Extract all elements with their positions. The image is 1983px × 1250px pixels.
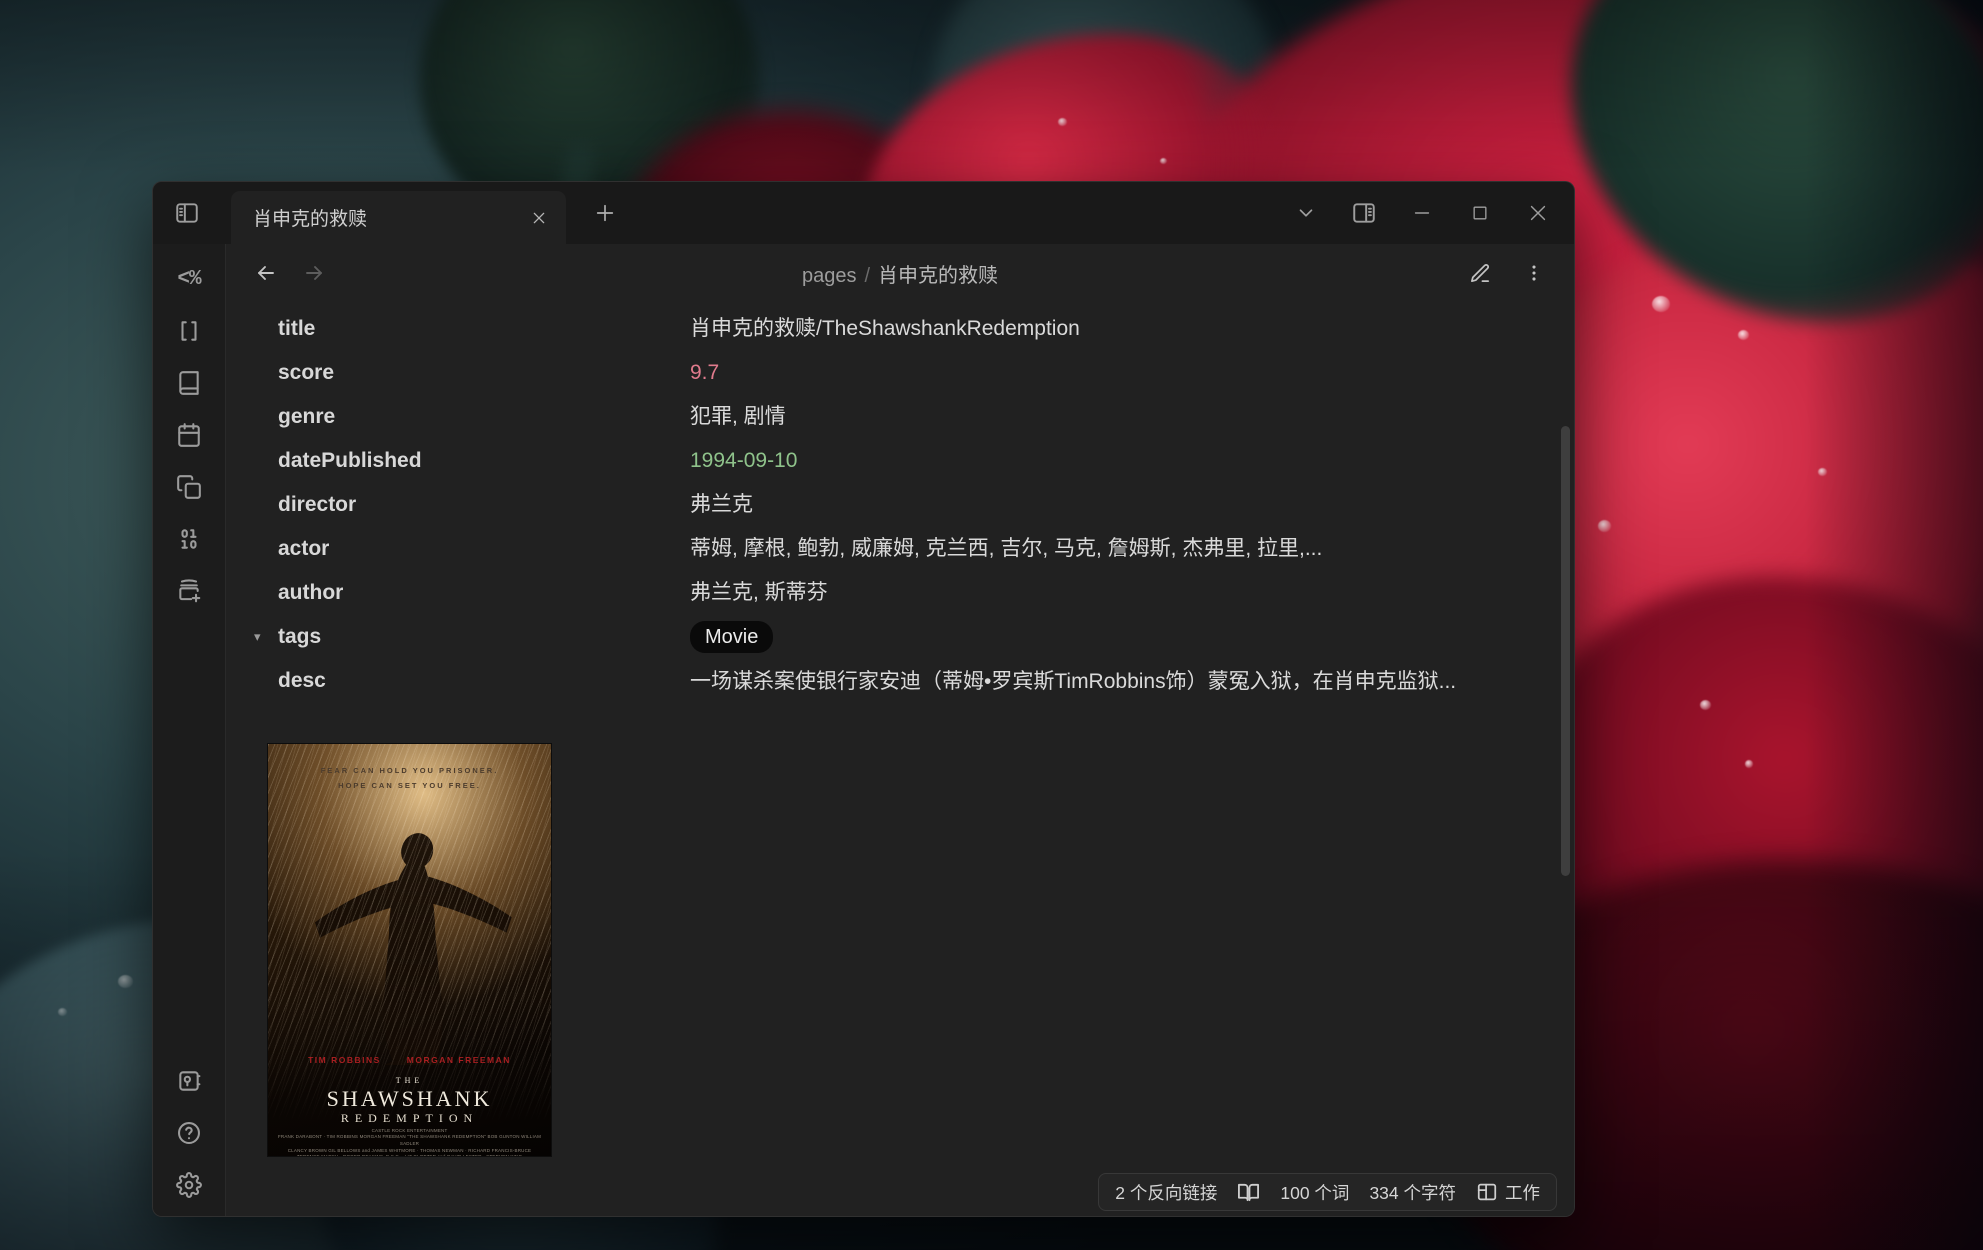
backlinks-count[interactable]: 2 个反向链接 bbox=[1115, 1180, 1217, 1205]
tab-list-dropdown-button[interactable] bbox=[1292, 199, 1320, 227]
property-key[interactable]: genre bbox=[278, 395, 690, 439]
property-value[interactable]: 弗兰克 bbox=[690, 483, 753, 527]
property-key[interactable]: datePublished bbox=[278, 439, 690, 483]
property-value[interactable]: 一场谋杀案使银行家安迪（蒂姆•罗宾斯TimRobbins饰）蒙冤入狱，在肖申克监… bbox=[690, 659, 1456, 704]
workspace-layout-icon bbox=[1476, 1181, 1498, 1203]
binary-icon[interactable] bbox=[172, 522, 206, 556]
brackets-icon[interactable] bbox=[172, 314, 206, 348]
property-key[interactable]: title bbox=[278, 307, 690, 351]
kebab-menu-icon bbox=[1523, 262, 1545, 284]
status-bar: 2 个反向链接 100 个词 334 个字符 工作 bbox=[1098, 1173, 1557, 1211]
properties-table: title 肖申克的救赎/TheShawshankRedemption scor… bbox=[278, 307, 1574, 704]
poster-credits: CASTLE ROCK ENTERTAINMENT FRANK DARABONT… bbox=[268, 1128, 551, 1156]
property-row-director: director 弗兰克 bbox=[278, 483, 1574, 527]
close-icon bbox=[1527, 202, 1549, 224]
toggle-left-sidebar-button[interactable] bbox=[169, 195, 205, 231]
property-row-title: title 肖申克的救赎/TheShawshankRedemption bbox=[278, 307, 1574, 351]
property-key[interactable]: desc bbox=[278, 659, 690, 704]
minimize-icon bbox=[1411, 202, 1433, 224]
vault-icon[interactable] bbox=[172, 1064, 206, 1098]
tag-movie[interactable]: Movie bbox=[690, 621, 773, 653]
property-value[interactable]: 肖申克的救赎/TheShawshankRedemption bbox=[690, 307, 1080, 351]
word-count[interactable]: 100 个词 bbox=[1280, 1180, 1349, 1205]
breadcrumb-parent[interactable]: pages bbox=[802, 265, 857, 287]
panel-left-icon bbox=[174, 200, 200, 226]
reading-mode-indicator[interactable] bbox=[1237, 1181, 1260, 1204]
arrow-left-icon bbox=[254, 261, 278, 285]
calendar-icon[interactable] bbox=[172, 418, 206, 452]
more-options-button[interactable] bbox=[1520, 259, 1548, 287]
breadcrumb: pages / 肖申克的救赎 bbox=[226, 259, 1574, 288]
property-key[interactable]: actor bbox=[278, 527, 690, 571]
property-row-tags: ▾tags Movie bbox=[278, 615, 1574, 659]
movie-poster-image[interactable]: FEAR CAN HOLD YOU PRISONER. HOPE CAN SET… bbox=[268, 744, 551, 1156]
copy-icon[interactable] bbox=[172, 470, 206, 504]
property-key[interactable]: ▾tags bbox=[278, 615, 690, 659]
tab-title: 肖申克的救赎 bbox=[253, 204, 524, 231]
property-row-author: author 弗兰克, 斯蒂芬 bbox=[278, 571, 1574, 615]
panel-right-icon bbox=[1351, 200, 1377, 226]
poster-actor-names: TIM ROBBINSMORGAN FREEMAN bbox=[268, 1055, 551, 1065]
workspace-name: 工作 bbox=[1505, 1180, 1540, 1205]
property-key[interactable]: director bbox=[278, 483, 690, 527]
workspace-switcher[interactable]: 工作 bbox=[1476, 1180, 1540, 1205]
view-header: pages / 肖申克的救赎 bbox=[226, 244, 1574, 302]
property-row-desc: desc 一场谋杀案使银行家安迪（蒂姆•罗宾斯TimRobbins饰）蒙冤入狱，… bbox=[278, 659, 1574, 704]
poster-title-sub: REDEMPTION bbox=[268, 1111, 551, 1126]
vertical-scrollbar[interactable] bbox=[1561, 426, 1570, 876]
collapse-arrow-icon[interactable]: ▾ bbox=[254, 615, 261, 659]
property-key[interactable]: author bbox=[278, 571, 690, 615]
maximize-button[interactable] bbox=[1466, 199, 1494, 227]
char-count[interactable]: 334 个字符 bbox=[1369, 1180, 1456, 1205]
edit-mode-toggle-button[interactable] bbox=[1466, 259, 1494, 287]
back-button[interactable] bbox=[252, 259, 280, 287]
property-row-actor: actor 蒂姆, 摩根, 鲍勃, 威廉姆, 克兰西, 吉尔, 马克, 詹姆斯,… bbox=[278, 527, 1574, 571]
help-icon[interactable] bbox=[172, 1116, 206, 1150]
app-window: 肖申克的救赎 bbox=[152, 181, 1575, 1217]
property-value[interactable]: 弗兰克, 斯蒂芬 bbox=[690, 571, 828, 615]
toggle-right-sidebar-button[interactable] bbox=[1350, 199, 1378, 227]
card-stack-add-icon[interactable] bbox=[172, 574, 206, 608]
tab-shawshank[interactable]: 肖申克的救赎 bbox=[231, 191, 566, 244]
poster-title-main: SHAWSHANK bbox=[268, 1086, 551, 1112]
breadcrumb-current[interactable]: 肖申克的救赎 bbox=[878, 265, 998, 287]
forward-button[interactable] bbox=[300, 259, 328, 287]
property-value[interactable]: 9.7 bbox=[690, 351, 719, 395]
property-value[interactable]: 蒂姆, 摩根, 鲍勃, 威廉姆, 克兰西, 吉尔, 马克, 詹姆斯, 杰弗里, … bbox=[690, 527, 1322, 571]
plus-icon bbox=[594, 202, 616, 224]
property-value[interactable]: 犯罪, 剧情 bbox=[690, 395, 786, 439]
editor-pane: pages / 肖申克的救赎 title 肖申克的救赎/TheShawshankRe… bbox=[226, 244, 1574, 1216]
settings-icon[interactable] bbox=[172, 1168, 206, 1202]
property-row-datepublished: datePublished 1994-09-10 bbox=[278, 439, 1574, 483]
window-controls bbox=[1292, 199, 1552, 227]
property-key[interactable]: score bbox=[278, 351, 690, 395]
property-key-label: tags bbox=[278, 625, 321, 648]
template-icon[interactable]: <% bbox=[172, 262, 206, 296]
tab-close-button[interactable] bbox=[524, 203, 554, 233]
poster-tagline: FEAR CAN HOLD YOU PRISONER. HOPE CAN SET… bbox=[268, 763, 551, 795]
book-open-icon bbox=[1237, 1181, 1260, 1204]
pencil-icon bbox=[1469, 262, 1492, 285]
maximize-icon bbox=[1470, 203, 1490, 223]
property-value: Movie bbox=[690, 615, 773, 659]
titlebar: 肖申克的救赎 bbox=[153, 182, 1574, 244]
property-row-score: score 9.7 bbox=[278, 351, 1574, 395]
property-row-genre: genre 犯罪, 剧情 bbox=[278, 395, 1574, 439]
chevron-down-icon bbox=[1295, 202, 1317, 224]
property-value[interactable]: 1994-09-10 bbox=[690, 439, 797, 483]
breadcrumb-separator: / bbox=[864, 265, 870, 287]
minimize-button[interactable] bbox=[1408, 199, 1436, 227]
close-icon bbox=[531, 210, 547, 226]
arrow-right-icon bbox=[302, 261, 326, 285]
left-ribbon: <% bbox=[153, 244, 226, 1216]
close-window-button[interactable] bbox=[1524, 199, 1552, 227]
book-icon[interactable] bbox=[172, 366, 206, 400]
poster-title-the: THE bbox=[268, 1076, 551, 1085]
new-tab-button[interactable] bbox=[588, 196, 622, 230]
